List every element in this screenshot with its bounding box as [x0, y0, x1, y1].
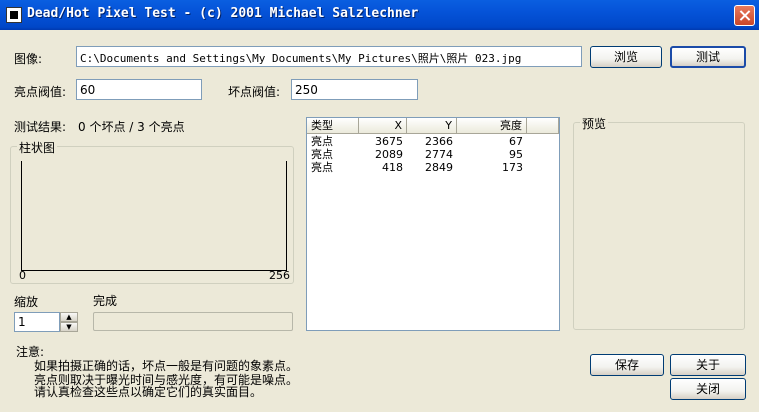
- results-table[interactable]: 类型 X Y 亮度 亮点 3675 2366 67 亮点 2089 2774 9…: [306, 117, 560, 331]
- column-x[interactable]: X: [359, 118, 407, 134]
- column-brightness[interactable]: 亮度: [457, 118, 527, 134]
- close-window-button[interactable]: [734, 5, 755, 26]
- cell-type: 亮点: [311, 148, 333, 161]
- table-row[interactable]: 亮点 2089 2774 95: [307, 148, 527, 161]
- cell-brightness: 95: [509, 148, 523, 161]
- cell-x: 3675: [375, 135, 403, 148]
- column-type[interactable]: 类型: [307, 118, 359, 134]
- preview-title: 预览: [580, 115, 609, 132]
- test-button[interactable]: 测试: [670, 46, 746, 68]
- dead-threshold-label: 坏点阀值:: [228, 85, 281, 99]
- cell-x: 418: [382, 161, 403, 174]
- spin-down-icon[interactable]: ▼: [60, 322, 78, 332]
- column-filler: [527, 118, 559, 134]
- histogram-group: 柱状图 0 256: [10, 139, 294, 284]
- image-label: 图像:: [14, 52, 43, 66]
- hot-threshold-input[interactable]: 60: [76, 79, 202, 100]
- table-row[interactable]: 亮点 418 2849 173: [307, 161, 527, 174]
- table-row[interactable]: 亮点 3675 2366 67: [307, 135, 527, 148]
- histogram-plot: [21, 161, 287, 271]
- table-header: 类型 X Y 亮度: [307, 118, 559, 134]
- note-label: 注意:: [16, 345, 45, 359]
- browse-button[interactable]: 浏览: [590, 46, 662, 68]
- zoom-label: 缩放: [14, 295, 39, 309]
- cell-y: 2774: [425, 148, 453, 161]
- cell-brightness: 67: [509, 135, 523, 148]
- save-button[interactable]: 保存: [590, 354, 664, 376]
- cell-brightness: 173: [502, 161, 523, 174]
- column-y[interactable]: Y: [407, 118, 457, 134]
- result-summary: 0 个坏点 / 3 个亮点: [78, 120, 185, 134]
- about-button[interactable]: 关于: [670, 354, 746, 376]
- spin-up-icon[interactable]: ▲: [60, 312, 78, 322]
- result-label: 测试结果:: [14, 120, 67, 134]
- zoom-input[interactable]: 1: [14, 312, 60, 332]
- image-path-field[interactable]: C:\Documents and Settings\My Documents\M…: [76, 46, 582, 67]
- dead-threshold-input[interactable]: 250: [291, 79, 418, 100]
- hot-threshold-label: 亮点阀值:: [14, 85, 67, 99]
- histogram-title: 柱状图: [17, 139, 58, 156]
- cell-type: 亮点: [311, 135, 333, 148]
- note-line-3: 请认真检查这些点以确定它们的真实面目。: [34, 385, 263, 399]
- progress-bar: [93, 312, 293, 331]
- app-icon: [6, 7, 22, 23]
- title-bar[interactable]: Dead/Hot Pixel Test - (c) 2001 Michael S…: [0, 0, 759, 30]
- histogram-x-min: 0: [19, 269, 26, 282]
- window-title: Dead/Hot Pixel Test - (c) 2001 Michael S…: [27, 6, 419, 21]
- preview-group: 预览: [573, 115, 745, 330]
- cell-y: 2849: [425, 161, 453, 174]
- zoom-spinner[interactable]: 1 ▲ ▼: [14, 312, 78, 332]
- note-line-1: 如果拍摄正确的话，坏点一般是有问题的象素点。: [34, 359, 299, 373]
- histogram-x-max: 256: [269, 269, 290, 282]
- cell-type: 亮点: [311, 161, 333, 174]
- cell-x: 2089: [375, 148, 403, 161]
- cell-y: 2366: [425, 135, 453, 148]
- progress-label: 完成: [93, 294, 118, 308]
- close-button[interactable]: 关闭: [670, 378, 746, 400]
